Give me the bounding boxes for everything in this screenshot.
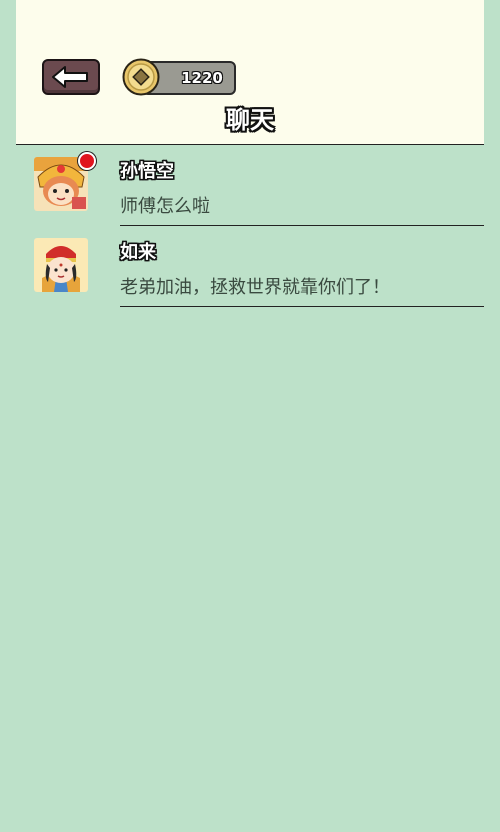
contact-name: 孙悟空 [120,161,174,182]
header-panel: 1220 聊天 [16,0,484,145]
chat-item-sun-wukong[interactable]: 孙悟空 师傅怎么啦 [0,145,500,226]
left-arrow-icon [52,66,88,88]
back-button[interactable] [42,59,100,95]
copper-coin-icon [122,58,160,96]
chat-list: 孙悟空 师傅怎么啦 如来 老弟加油，拯救世界就靠你们了！ [0,145,500,307]
page-title: 聊天 [226,106,274,134]
last-message: 师傅怎么啦 [120,196,210,217]
chat-item-rulai[interactable]: 如来 老弟加油，拯救世界就靠你们了！ [0,226,500,307]
contact-name: 如来 [120,242,156,263]
divider [120,306,484,307]
rulai-avatar [34,238,88,292]
unread-badge [78,152,96,170]
last-message: 老弟加油，拯救世界就靠你们了！ [120,277,390,298]
coin-count: 1220 [181,69,223,87]
